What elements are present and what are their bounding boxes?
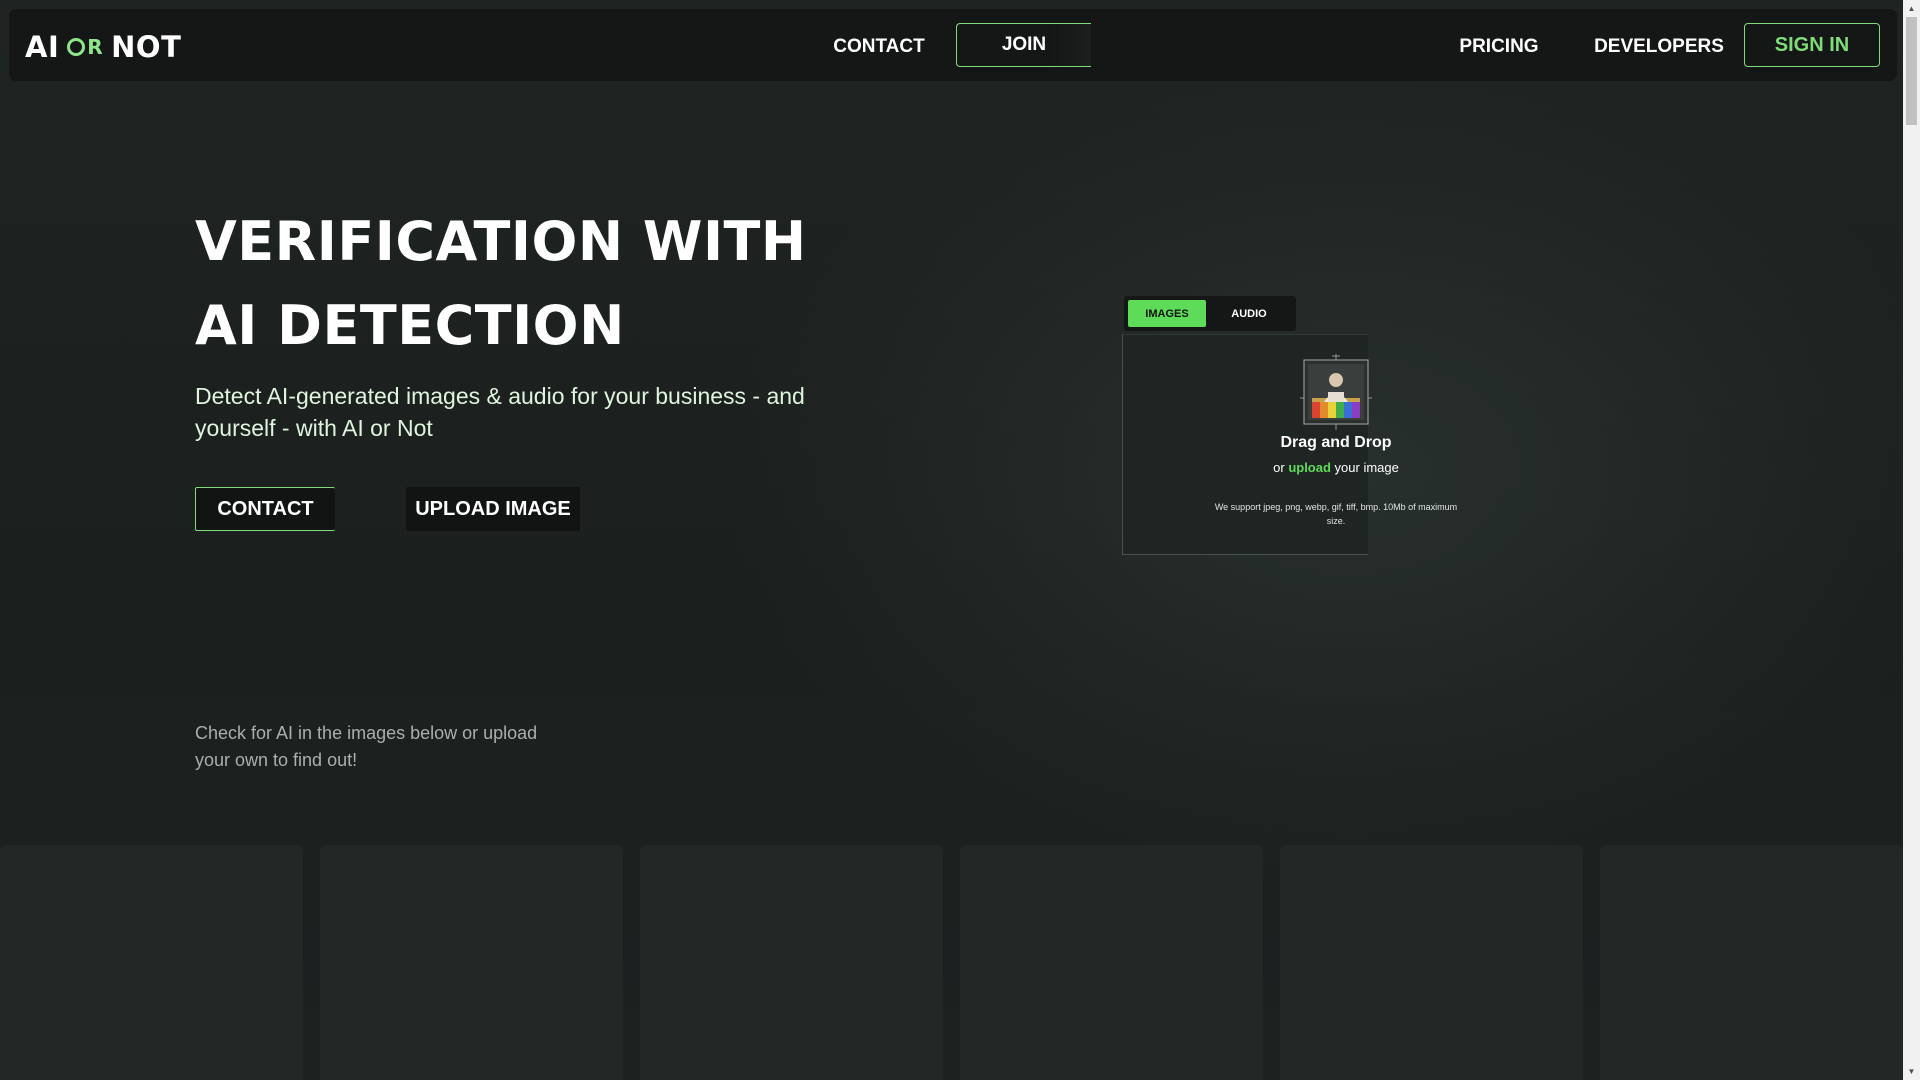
tab-images[interactable]: IMAGES [1128,300,1206,327]
logo-text-ai: AI [25,30,60,64]
nav-developers-link[interactable]: DEVELOPERS [1594,31,1724,63]
dropzone-instruction-prefix: or [1273,460,1285,475]
hero-title: VERIFICATION WITH AI DETECTION [195,200,915,368]
nav-pricing-link[interactable]: PRICING [1449,31,1549,63]
page: AI R NOT CONTACT JOIN PRICING DEVELOPERS… [0,0,1920,1080]
scrollbar-thumb[interactable] [1906,17,1917,125]
sample-card[interactable] [1280,845,1583,1080]
upload-image-button[interactable]: UPLOAD IMAGE [406,487,580,531]
sample-card[interactable] [0,845,303,1080]
dropzone-instruction: or upload your image [1186,460,1486,475]
dropzone-instruction-suffix: your image [1334,460,1399,475]
dropzone-image-icon [1300,354,1372,430]
scroll-up-icon[interactable]: ▲ [1903,0,1920,17]
media-type-tabs: IMAGES AUDIO [1124,296,1296,331]
scroll-down-icon[interactable]: ▼ [1903,1063,1920,1080]
hero-title-line-2: AI DETECTION [195,294,625,357]
supported-formats-text: We support jpeg, png, webp, gif, tiff, b… [1214,502,1458,526]
upload-link[interactable]: upload [1288,460,1331,475]
hero-subtitle: Detect AI-generated images & audio for y… [195,383,805,441]
hero-contact-button[interactable]: CONTACT [195,487,335,531]
dropzone-title: Drag and Drop [1280,434,1392,451]
logo-text-r: R [87,35,104,59]
nav-contact-link[interactable]: CONTACT [824,31,934,63]
hero-title-line-1: VERIFICATION WITH [195,210,807,273]
navbar: AI R NOT CONTACT JOIN PRICING DEVELOPERS… [8,8,1898,82]
logo-ring-icon [67,38,86,56]
sample-card[interactable] [1600,845,1903,1080]
logo-text-not: NOT [111,30,182,64]
sample-card[interactable] [960,845,1263,1080]
sample-card[interactable] [640,845,943,1080]
sample-image-cards [0,845,1903,1080]
logo-or-mark: R [67,35,103,59]
page-scrollbar[interactable]: ▲ ▼ [1903,0,1920,1080]
sample-card[interactable] [320,845,623,1080]
hint-text: Check for AI in the images below or uplo… [195,723,538,770]
logo[interactable]: AI R NOT [25,29,181,65]
sign-in-button[interactable]: SIGN IN [1744,23,1880,67]
nav-join-button[interactable]: JOIN [956,23,1091,67]
tab-audio[interactable]: AUDIO [1210,300,1288,327]
